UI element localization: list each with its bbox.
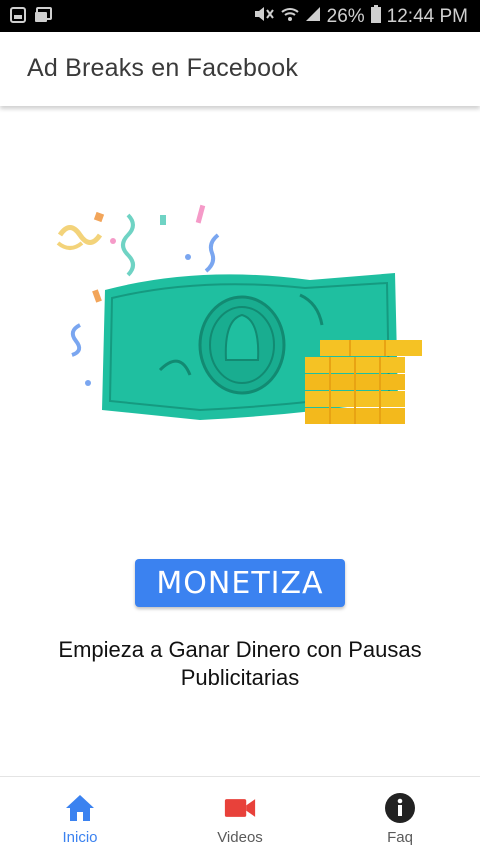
wifi-icon [280, 5, 299, 29]
cast-icon [34, 7, 52, 28]
clock: 12:44 PM [386, 6, 468, 27]
video-camera-icon [224, 792, 256, 824]
page-title: Ad Breaks en Facebook [27, 54, 299, 82]
money-bill-coins-illustration [50, 195, 430, 435]
nav-label-inicio: Inicio [62, 829, 98, 846]
home-icon [64, 792, 96, 824]
status-bar: 26% 12:44 PM [0, 0, 480, 32]
status-left-icons [10, 7, 52, 28]
nav-item-videos[interactable]: Videos [160, 777, 320, 854]
app-bar: Ad Breaks en Facebook [0, 32, 480, 106]
battery-icon [370, 5, 381, 29]
subtitle-text: Empieza a Ganar Dinero con Pausas Public… [20, 636, 460, 692]
nav-item-faq[interactable]: Faq [320, 777, 480, 854]
nav-item-inicio[interactable]: Inicio [0, 777, 160, 854]
bottom-navigation: Inicio Videos Faq [0, 776, 480, 854]
signal-icon [305, 6, 321, 28]
image-icon [10, 7, 26, 28]
mute-icon [253, 5, 275, 29]
battery-percent: 26% [326, 6, 365, 27]
nav-label-videos: Videos [217, 829, 263, 846]
status-right-group: 26% 12:44 PM [253, 5, 468, 29]
nav-label-faq: Faq [387, 829, 413, 846]
monetiza-button[interactable]: MONETIZA [135, 559, 345, 607]
subtitle-line-2: Publicitarias [180, 665, 300, 690]
info-icon [384, 792, 416, 824]
subtitle-line-1: Empieza a Ganar Dinero con Pausas [58, 637, 422, 662]
